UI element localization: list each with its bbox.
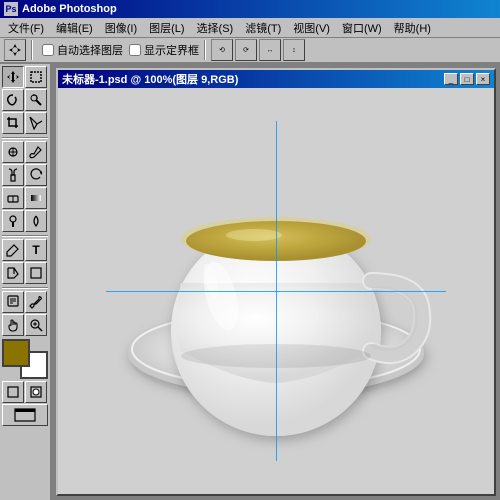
document-window-controls: _ □ × xyxy=(444,73,490,85)
screen-mode-btn-1[interactable] xyxy=(2,404,48,426)
tool-healing[interactable] xyxy=(2,141,24,163)
tool-row-10 xyxy=(2,291,48,313)
menu-bar: 文件(F) 编辑(E) 图像(I) 图层(L) 选择(S) 滤镜(T) 视图(V… xyxy=(0,18,500,38)
tool-magic-wand[interactable] xyxy=(25,89,47,111)
show-bounds-checkbox-label[interactable]: 显示定界框 xyxy=(129,42,199,58)
menu-select[interactable]: 选择(S) xyxy=(191,18,240,38)
tool-brush[interactable] xyxy=(25,141,47,163)
tool-pen[interactable] xyxy=(2,239,24,261)
auto-select-checkbox[interactable] xyxy=(42,44,54,56)
menu-edit[interactable]: 编辑(E) xyxy=(50,18,99,38)
tool-row-3 xyxy=(2,112,48,134)
tool-path-select[interactable] xyxy=(2,262,24,284)
tool-lasso[interactable] xyxy=(2,89,24,111)
menu-help[interactable]: 帮助(H) xyxy=(388,18,437,38)
tool-row-5 xyxy=(2,164,48,186)
tool-hand[interactable] xyxy=(2,314,24,336)
doc-minimize-btn[interactable]: _ xyxy=(444,73,458,85)
menu-filter[interactable]: 滤镜(T) xyxy=(239,18,287,38)
menu-layer[interactable]: 图层(L) xyxy=(143,18,190,38)
tool-notes[interactable] xyxy=(2,291,24,313)
transform-btn-4[interactable]: ↕ xyxy=(283,39,305,61)
tool-row-2 xyxy=(2,89,48,111)
tool-row-8: T xyxy=(2,239,48,261)
show-bounds-checkbox[interactable] xyxy=(129,44,141,56)
tool-dodge[interactable] xyxy=(2,210,24,232)
tool-row-screenmode xyxy=(2,404,48,426)
app-title-bar: Ps Adobe Photoshop xyxy=(0,0,500,18)
app-icon: Ps xyxy=(4,2,18,16)
document-title: 未标器-1.psd @ 100%(图层 9,RGB) xyxy=(62,71,238,87)
tool-marquee-rect[interactable] xyxy=(25,66,47,88)
auto-select-checkbox-label[interactable]: 自动选择图层 xyxy=(42,42,123,58)
toolbar-sep-1 xyxy=(31,40,33,60)
tool-row-9 xyxy=(2,262,48,284)
doc-maximize-btn[interactable]: □ xyxy=(460,73,474,85)
tool-row-11 xyxy=(2,314,48,336)
document-title-bar: 未标器-1.psd @ 100%(图层 9,RGB) _ □ × xyxy=(58,70,494,88)
tool-stamp[interactable] xyxy=(2,164,24,186)
tool-slice[interactable] xyxy=(25,112,47,134)
menu-file[interactable]: 文件(F) xyxy=(2,18,50,38)
foreground-color-swatch[interactable] xyxy=(2,339,30,367)
tool-row-quickmask xyxy=(2,381,48,403)
main-area: T xyxy=(0,64,500,500)
tool-crop[interactable] xyxy=(2,112,24,134)
canvas-area: 未标器-1.psd @ 100%(图层 9,RGB) _ □ × xyxy=(52,64,500,500)
tool-eyedropper[interactable] xyxy=(25,291,47,313)
tool-sep-3 xyxy=(2,287,48,289)
app-title: Adobe Photoshop xyxy=(22,3,117,15)
tool-gradient[interactable] xyxy=(25,187,47,209)
toolbar-sep-2 xyxy=(204,40,206,60)
menu-view[interactable]: 视图(V) xyxy=(287,18,336,38)
document-window: 未标器-1.psd @ 100%(图层 9,RGB) _ □ × xyxy=(56,68,496,496)
tool-sep-2 xyxy=(2,235,48,237)
canvas-content xyxy=(58,88,494,494)
tea-cup-image xyxy=(106,121,446,461)
menu-window[interactable]: 窗口(W) xyxy=(336,18,388,38)
transform-btn-3[interactable]: ↔ xyxy=(259,39,281,61)
tool-sep-1 xyxy=(2,137,48,139)
doc-close-btn[interactable]: × xyxy=(476,73,490,85)
tool-row-4 xyxy=(2,141,48,163)
options-toolbar: 自动选择图层 显示定界框 ⟲ ⟳ ↔ ↕ xyxy=(0,38,500,64)
tool-move[interactable] xyxy=(2,66,24,88)
tool-blur[interactable] xyxy=(25,210,47,232)
transform-btn-1[interactable]: ⟲ xyxy=(211,39,233,61)
tool-shape[interactable] xyxy=(25,262,47,284)
toolbar-move-btn[interactable] xyxy=(4,39,26,61)
standard-mode-btn[interactable] xyxy=(2,381,24,403)
transform-btn-2[interactable]: ⟳ xyxy=(235,39,257,61)
tool-row-1 xyxy=(2,66,48,88)
tool-eraser[interactable] xyxy=(2,187,24,209)
tool-panel: T xyxy=(0,64,52,500)
tool-history-brush[interactable] xyxy=(25,164,47,186)
tool-row-7 xyxy=(2,210,48,232)
tool-row-6 xyxy=(2,187,48,209)
quickmask-mode-btn[interactable] xyxy=(25,381,47,403)
menu-image[interactable]: 图像(I) xyxy=(99,18,143,38)
tool-zoom[interactable] xyxy=(25,314,47,336)
tool-type[interactable]: T xyxy=(25,239,47,261)
color-swatches xyxy=(2,339,48,379)
